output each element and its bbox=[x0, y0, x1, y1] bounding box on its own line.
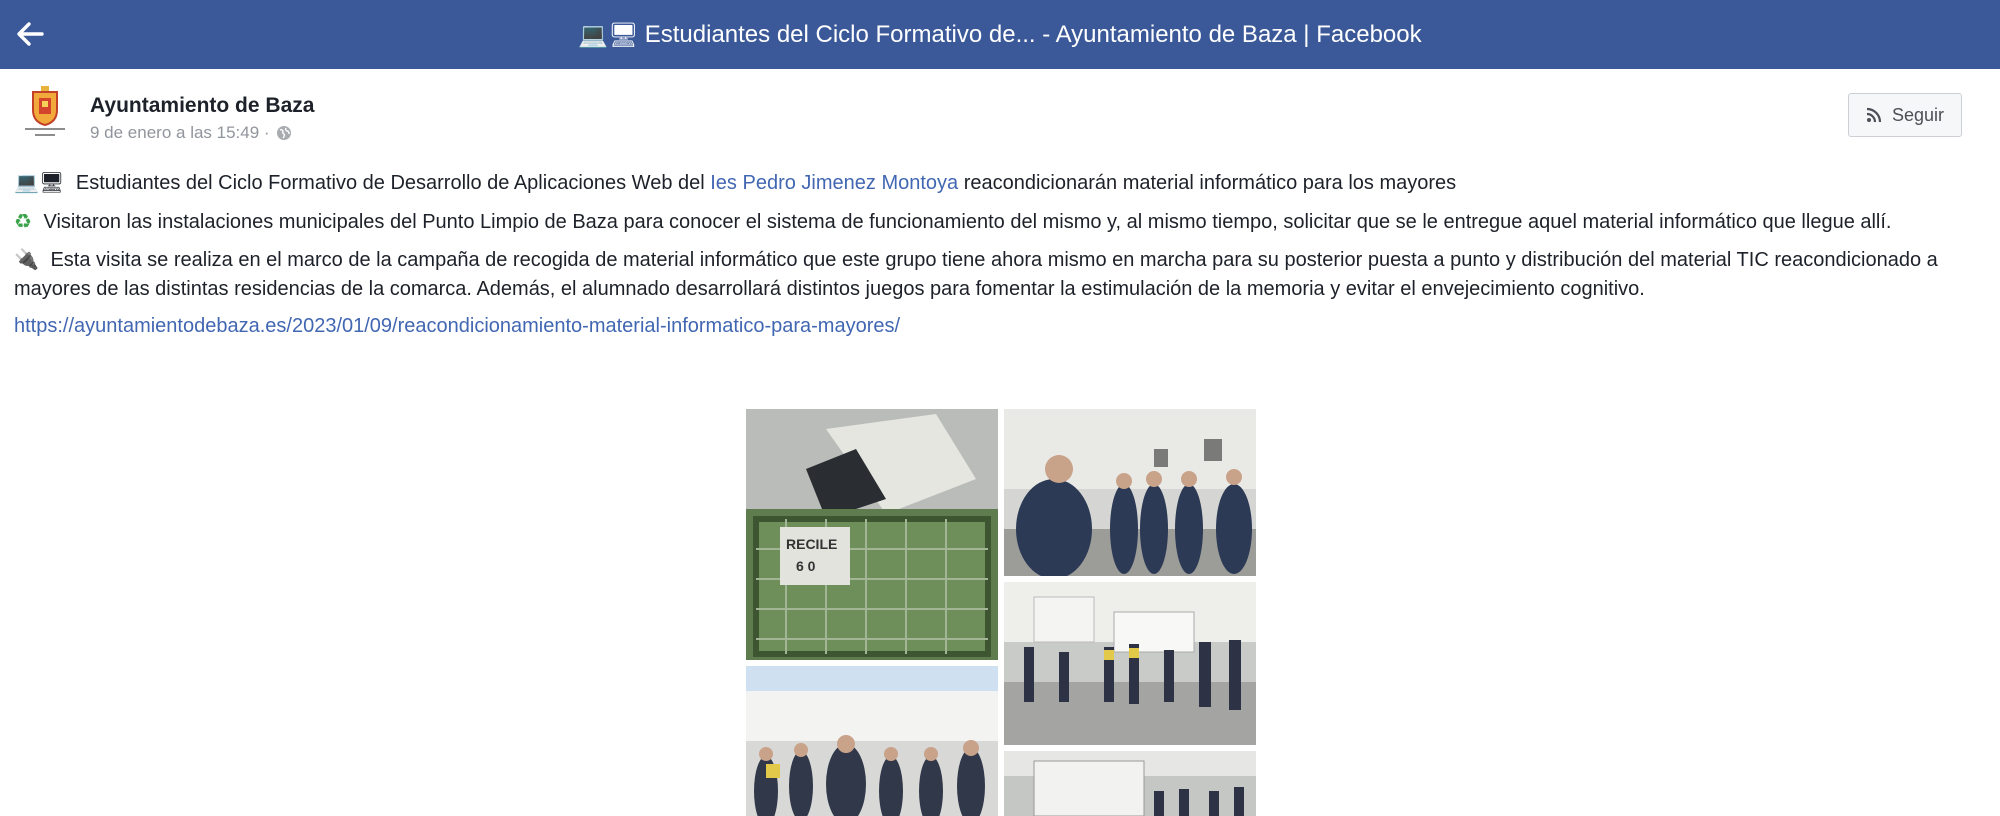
sign-text: RECILE bbox=[786, 536, 837, 552]
post-timestamp[interactable]: 9 de enero a las 15:49 · bbox=[90, 123, 292, 143]
plug-emoji: 🔌 bbox=[14, 247, 39, 271]
paragraph-3-text: Esta visita se realiza en el marco de la… bbox=[14, 249, 1938, 300]
paragraph-1-text-b: reacondicionarán material informático pa… bbox=[958, 172, 1457, 194]
photo-image bbox=[1004, 409, 1256, 576]
sign-subtext: 6 0 bbox=[796, 558, 816, 574]
recycle-emoji: ♻ bbox=[14, 209, 32, 233]
photo-punto-limpio[interactable] bbox=[1004, 582, 1256, 745]
article-url-link[interactable]: https://ayuntamientodebaza.es/2023/01/09… bbox=[14, 315, 900, 337]
photo-image bbox=[1004, 582, 1256, 745]
avatar-caption-mark bbox=[25, 128, 65, 136]
paragraph-1-text-a: Estudiantes del Ciclo Formativo de Desar… bbox=[70, 172, 711, 194]
author-name[interactable]: Ayuntamiento de Baza bbox=[90, 94, 314, 118]
post-paragraph-1: 💻🖥 Estudiantes del Ciclo Formativo de De… bbox=[14, 168, 1989, 198]
page-avatar[interactable] bbox=[18, 86, 72, 148]
photo-image bbox=[1004, 751, 1256, 816]
post-paragraph-3: 🔌 Esta visita se realiza en el marco de … bbox=[14, 245, 1989, 304]
page-title: 💻🖥 Estudiantes del Ciclo Formativo de...… bbox=[0, 0, 2000, 69]
photo-image bbox=[746, 666, 998, 816]
school-link[interactable]: Ies Pedro Jimenez Montoya bbox=[710, 172, 958, 194]
follow-button[interactable]: Seguir bbox=[1848, 93, 1962, 137]
follow-label: Seguir bbox=[1891, 104, 1945, 125]
post-paragraph-2: ♻ Visitaron las instalaciones municipale… bbox=[14, 207, 1989, 237]
timestamp-text: 9 de enero a las 15:49 · bbox=[90, 123, 270, 142]
photo-truck[interactable] bbox=[1004, 751, 1256, 816]
post-body: 💻🖥 Estudiantes del Ciclo Formativo de De… bbox=[14, 168, 1989, 349]
paragraph-2-text: Visitaron las instalaciones municipales … bbox=[37, 211, 1892, 233]
coat-of-arms-icon bbox=[32, 86, 58, 126]
rss-icon bbox=[1866, 107, 1882, 123]
photo-group-outdoor[interactable] bbox=[746, 666, 998, 816]
title-text: Estudiantes del Ciclo Formativo de... - … bbox=[644, 20, 1422, 48]
title-emoji: 💻🖥 bbox=[578, 20, 639, 49]
globe-icon bbox=[276, 126, 291, 140]
post-paragraph-4: https://ayuntamientodebaza.es/2023/01/09… bbox=[14, 312, 1989, 341]
photo-image: RECILE 6 0 bbox=[746, 409, 998, 660]
top-bar: 💻🖥 Estudiantes del Ciclo Formativo de...… bbox=[0, 0, 2000, 69]
photo-recycling-container[interactable]: RECILE 6 0 bbox=[746, 409, 998, 660]
laptop-desktop-emoji: 💻🖥 bbox=[14, 170, 65, 194]
photo-group-speaking[interactable] bbox=[1004, 409, 1256, 576]
